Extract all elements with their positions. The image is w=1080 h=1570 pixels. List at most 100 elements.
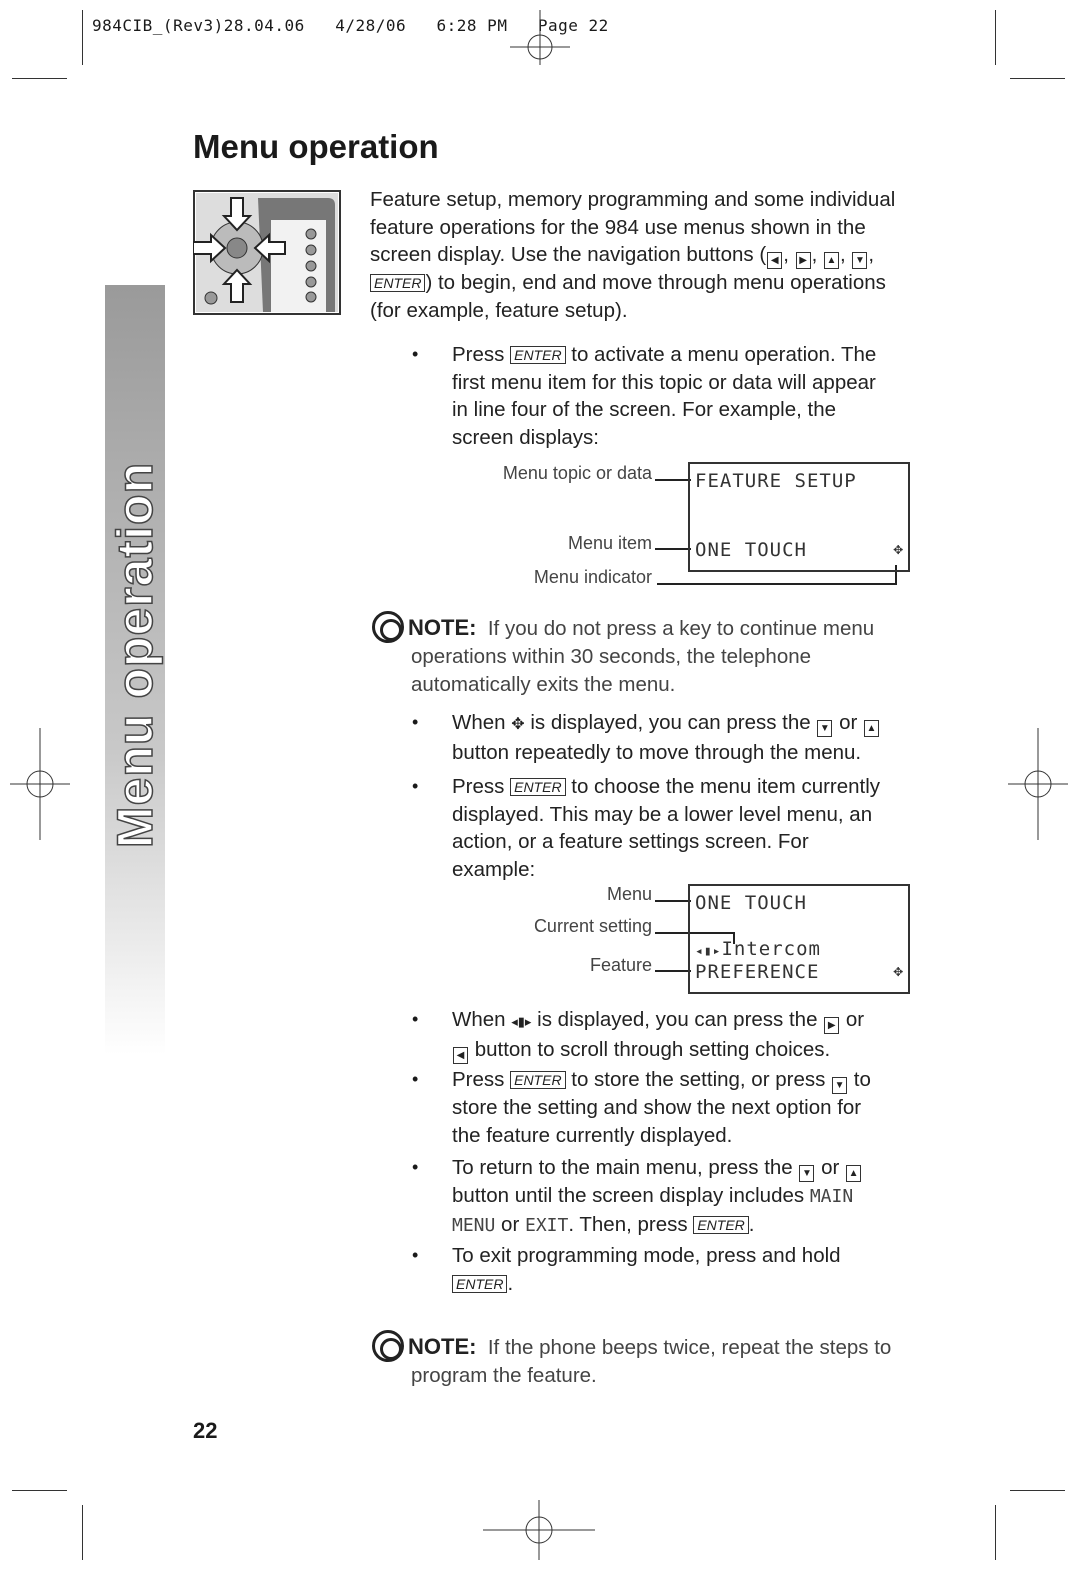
text-line: in line four of the screen. For example,… [452,398,837,422]
up-key-icon: ▲ [846,1165,862,1182]
text-line: example: [452,857,536,881]
note-label: NOTE: [408,615,477,640]
bullet-icon: • [412,1009,419,1029]
text: or [495,1212,525,1236]
side-tab-label: Menu operation [106,461,164,849]
registration-mark [10,728,70,840]
text-line: Press ENTER to choose the menu item curr… [452,773,922,801]
label-menu-topic: Menu topic or data [502,463,652,483]
bullet-3: Press ENTER to choose the menu item curr… [452,773,922,883]
bullet-7: To exit programming mode, press and hold… [452,1242,922,1297]
bullet-icon: • [412,776,419,796]
text-line: store the setting and show the next opti… [452,1096,862,1119]
display-text: MAIN [809,1186,854,1207]
text: or [840,1008,865,1031]
enter-key-icon: ENTER [693,1215,749,1234]
page-title: Menu operation [193,128,439,165]
text: To return to the main menu, press the [452,1156,799,1179]
text-line: NOTE: If you do not press a key to conti… [372,611,932,643]
bullet-icon: • [412,1245,419,1265]
label-feature: Feature [589,955,652,975]
text: Press [452,775,511,798]
text: screen display. Use the navigation butto… [370,243,767,267]
menu-indicator-icon: ✥ [511,716,525,733]
target-icon [372,611,404,643]
text: . Then, press [568,1212,694,1236]
leader-line [657,583,897,585]
text: Press [452,343,511,366]
bullet-icon: • [412,344,419,364]
crop-mark [995,10,996,65]
text: is displayed, you can press the [524,711,817,734]
setting-indicator-icon: ◂▮▸ [511,1014,532,1029]
text: . [507,1271,514,1295]
leader-line [655,548,691,550]
enter-key-icon: ENTER [510,1071,566,1089]
crop-mark [12,1490,67,1491]
text: , [868,243,875,267]
down-key-icon: ▼ [852,252,868,270]
text-line: Press ENTER to activate a menu operation… [452,341,922,369]
lcd-line-1: ONE TOUCH [695,892,807,914]
enter-key-icon: ENTER [510,778,566,796]
text: , [783,243,795,267]
text-line: (for example, feature setup). [370,298,628,322]
intro-paragraph: Feature setup, memory programming and so… [370,186,915,324]
text-line: Press ENTER to store the setting, or pre… [452,1066,922,1094]
menu-indicator-icon: ✥ [893,961,904,980]
text: button until the screen display includes [452,1184,810,1207]
setting-indicator-icon: ◂▮▸ [695,944,722,959]
text-line: ◀ button to scroll through setting choic… [452,1036,922,1064]
bullet-icon: • [412,1157,419,1177]
text: If you do not press a key to continue me… [487,617,875,640]
text-line: operations within 30 seconds, the teleph… [411,645,812,668]
right-key-icon: ▶ [795,252,811,270]
text-line: program the feature. [411,1364,597,1387]
text: Press [452,1068,511,1091]
display-text: EXIT [524,1214,569,1236]
lcd-line-4: ONE TOUCH [695,539,807,561]
crop-mark [995,1505,996,1560]
text: button to scroll through setting choices… [474,1037,831,1061]
enter-key-icon: ENTER [510,346,566,364]
bullet-icon: • [412,712,419,732]
crop-mark [82,1505,83,1560]
text-line: automatically exits the menu. [411,672,676,696]
text: is displayed, you can press the [531,1008,824,1031]
lcd-line-4: PREFERENCE [695,961,820,983]
text-line: NOTE: If the phone beeps twice, repeat t… [372,1330,932,1362]
registration-mark [483,1500,595,1560]
bullet-5: Press ENTER to store the setting, or pre… [452,1066,922,1149]
text-line: button repeatedly to move through the me… [452,740,862,764]
crop-mark [1010,1490,1065,1491]
text-line: displayed. This may be a lower level men… [452,802,873,826]
side-tab: Menu operation [105,285,165,1055]
text-line: button until the screen display includes… [452,1182,922,1211]
phone-navigation-illustration [193,190,341,315]
note-label: NOTE: [408,1334,477,1359]
label-menu-indicator: Menu indicator [533,567,652,587]
text: ) to begin, end and move through menu op… [425,271,886,295]
bullet-icon: • [412,1069,419,1089]
label-current-setting: Current setting [533,916,652,936]
text: When [452,1008,512,1031]
text-line: ENTER) to begin, end and move through me… [370,269,915,297]
crop-mark [1010,78,1065,79]
bullet-6: To return to the main menu, press the ▼ … [452,1154,922,1239]
text-line: feature operations for the 984 use menus… [370,215,866,239]
text: When [452,711,512,734]
text: or [833,711,863,734]
menu-indicator-icon: ✥ [893,539,904,558]
text-line: To exit programming mode, press and hold [452,1244,841,1267]
current-setting-value: Intercom [721,938,821,960]
text-line: When ✥ is displayed, you can press the ▼… [452,709,922,739]
text-line: ENTER. [452,1270,922,1298]
leader-line [655,970,691,972]
registration-mark [510,10,570,65]
down-key-icon: ▼ [799,1165,815,1182]
crop-mark [82,10,83,65]
text: If the phone beeps twice, repeat the ste… [487,1336,892,1359]
lcd-display-1: FEATURE SETUP ONE TOUCH ✥ [688,462,910,572]
bullet-2: When ✥ is displayed, you can press the ▼… [452,709,922,766]
text-line: screen displays: [452,425,599,449]
